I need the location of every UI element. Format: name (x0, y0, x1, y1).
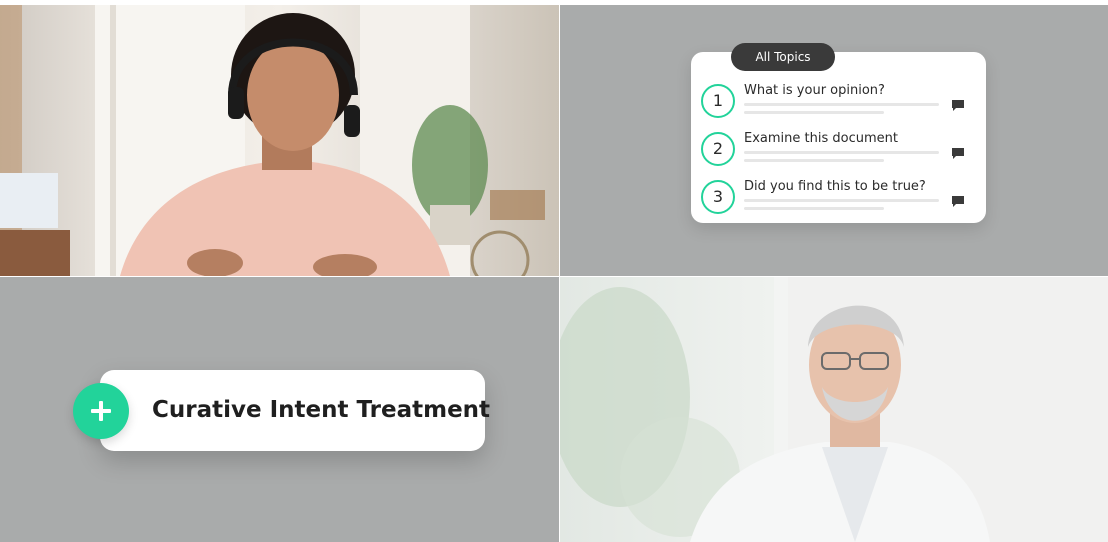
topic-number-badge: 2 (701, 132, 735, 166)
comment-icon[interactable] (951, 99, 965, 112)
comment-icon[interactable] (951, 147, 965, 160)
placeholder-line (744, 207, 884, 210)
placeholder-line (744, 159, 884, 162)
comment-icon[interactable] (951, 195, 965, 208)
topic-title: Did you find this to be true? (744, 179, 926, 194)
treatment-badge[interactable]: Curative Intent Treatment (100, 370, 490, 451)
topic-number-badge: 3 (701, 180, 735, 214)
topic-item[interactable]: 3 Did you find this to be true? (701, 179, 976, 219)
topics-card: All Topics 1 What is your opinion? 2 Exa… (691, 43, 986, 223)
woman-headset-photo (0, 5, 545, 276)
treatment-tile: Curative Intent Treatment (0, 277, 559, 542)
placeholder-line (744, 103, 939, 106)
doctor-photo (560, 277, 1108, 542)
topics-tile: All Topics 1 What is your opinion? 2 Exa… (560, 5, 1108, 276)
plus-icon[interactable] (73, 383, 129, 439)
video-tile-woman-headset[interactable] (0, 5, 559, 276)
video-tile-doctor[interactable] (560, 277, 1108, 542)
topic-title: What is your opinion? (744, 83, 885, 98)
placeholder-line (744, 151, 939, 154)
placeholder-line (744, 199, 939, 202)
topic-number-badge: 1 (701, 84, 735, 118)
topic-title: Examine this document (744, 131, 898, 146)
topic-item[interactable]: 2 Examine this document (701, 131, 976, 171)
treatment-label: Curative Intent Treatment (152, 397, 491, 423)
all-topics-pill[interactable]: All Topics (731, 43, 835, 71)
placeholder-line (744, 111, 884, 114)
topic-item[interactable]: 1 What is your opinion? (701, 83, 976, 123)
